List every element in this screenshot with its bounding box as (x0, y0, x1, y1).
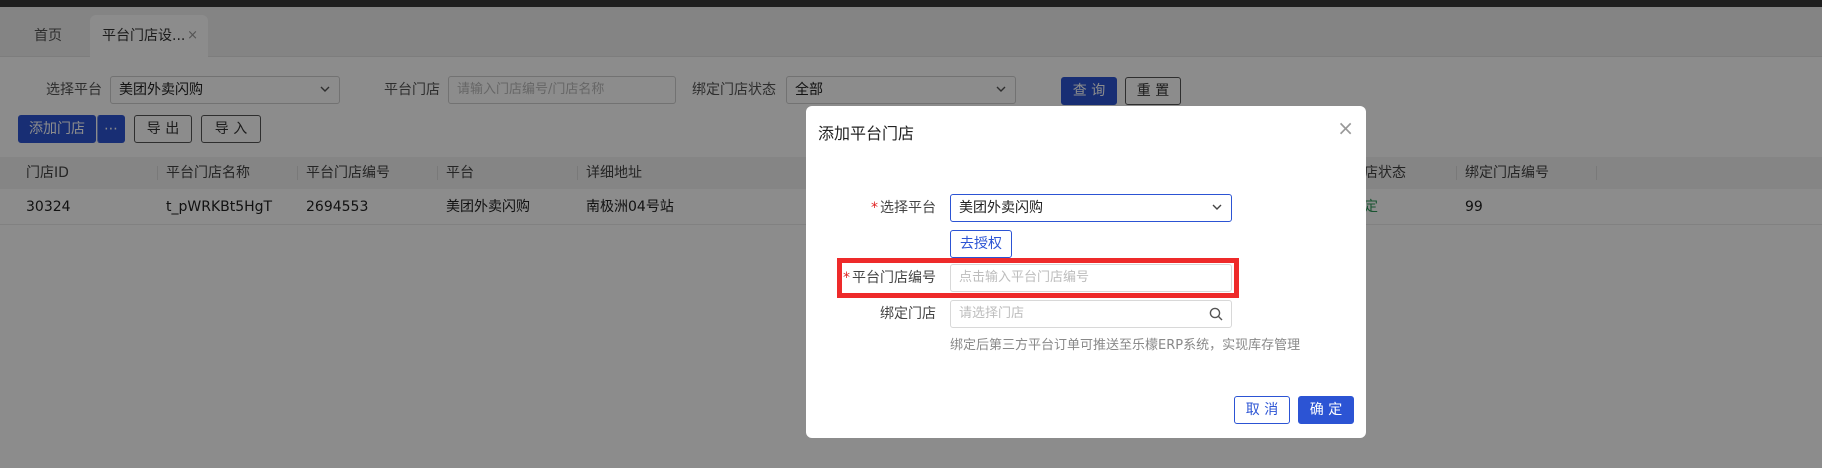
required-mark: * (871, 200, 878, 216)
close-icon[interactable]: × (1337, 116, 1354, 140)
dialog-title: 添加平台门店 (818, 124, 915, 143)
bind-store-input[interactable]: 请选择门店 (950, 300, 1232, 328)
chevron-down-icon (1211, 195, 1223, 231)
highlight-box (837, 258, 1239, 298)
bind-hint-text: 绑定后第三方平台订单可推送至乐檬ERP系统，实现库存管理 (950, 338, 1301, 353)
cancel-button[interactable]: 取 消 (1234, 396, 1290, 424)
label-text: 选择平台 (880, 200, 936, 216)
bind-store-field-label: 绑定门店 (880, 306, 936, 322)
confirm-button[interactable]: 确 定 (1298, 396, 1354, 424)
search-icon[interactable] (1209, 307, 1223, 321)
platform-select[interactable]: 美团外卖闪购 (950, 194, 1232, 222)
platform-field-label: * 选择平台 (806, 194, 936, 222)
authorize-button[interactable]: 去授权 (950, 230, 1012, 258)
bind-store-placeholder: 请选择门店 (959, 306, 1025, 321)
add-platform-store-dialog: 添加平台门店 × * 选择平台 美团外卖闪购 去授权 * 平台门店编号 点击输入平台… (806, 106, 1366, 438)
platform-select-value: 美团外卖闪购 (959, 200, 1043, 216)
